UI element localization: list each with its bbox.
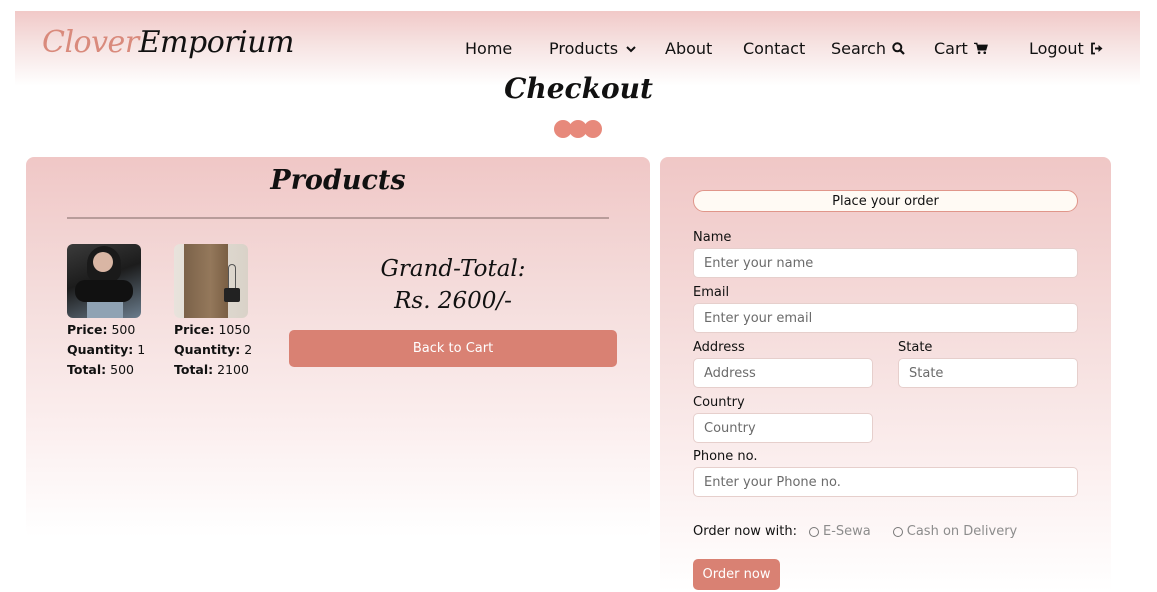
name-input[interactable]: [693, 248, 1078, 278]
nav-products[interactable]: Products: [549, 39, 638, 58]
radio-esewa[interactable]: E-Sewa: [809, 524, 871, 539]
form-heading: Place your order: [693, 190, 1078, 212]
product-item: Price: 1050 Quantity: 2 Total: 2100: [174, 244, 274, 380]
name-label: Name: [693, 230, 732, 245]
nav-search[interactable]: Search: [831, 39, 906, 58]
page-title: Checkout: [504, 72, 653, 105]
nav-contact[interactable]: Contact: [743, 39, 805, 58]
payment-options: Order now with: E-Sewa Cash on Delivery: [693, 524, 1017, 539]
order-with-label: Order now with:: [693, 524, 797, 539]
product-total: Total: 2100: [174, 362, 249, 377]
product-total: Total: 500: [67, 362, 134, 377]
chevron-down-icon: [624, 42, 638, 56]
address-input[interactable]: [693, 358, 873, 388]
product-price: Price: 500: [67, 322, 136, 337]
product-quantity: Quantity: 1: [67, 342, 146, 357]
radio-circle-icon: [892, 526, 903, 537]
nav-home-label: Home: [465, 39, 513, 58]
order-now-button[interactable]: Order now: [693, 559, 780, 590]
product-quantity: Quantity: 2: [174, 342, 253, 357]
radio-cash-on-delivery[interactable]: Cash on Delivery: [892, 524, 1018, 539]
brand-logo[interactable]: CloverEmporium: [42, 25, 294, 60]
state-input[interactable]: [898, 358, 1078, 388]
products-title: Products: [270, 165, 406, 196]
nav-cart-label: Cart: [934, 39, 968, 58]
divider: [67, 217, 609, 219]
address-label: Address: [693, 340, 745, 355]
radio-circle-icon: [809, 526, 819, 537]
products-panel: Products Price: 500 Quantity: 1 Total: 5…: [26, 157, 650, 537]
search-icon: [892, 42, 906, 56]
brand-part-2: Emporium: [138, 25, 295, 60]
nav-products-label: Products: [549, 39, 619, 58]
product-item: Price: 500 Quantity: 1 Total: 500: [67, 244, 167, 380]
radio-esewa-label: E-Sewa: [823, 524, 871, 539]
email-label: Email: [693, 285, 730, 300]
product-image: [67, 244, 141, 318]
title-decoration: [554, 120, 604, 138]
product-image: [174, 244, 248, 318]
nav-about-label: About: [665, 39, 713, 58]
cart-icon: [973, 42, 988, 56]
brand-part-1: Clover: [42, 25, 139, 60]
nav-contact-label: Contact: [743, 39, 806, 58]
grand-total: Grand-Total: Rs. 2600/-: [288, 253, 618, 317]
nav-home[interactable]: Home: [465, 39, 512, 58]
nav-about[interactable]: About: [665, 39, 712, 58]
country-label: Country: [693, 395, 745, 410]
phone-label: Phone no.: [693, 449, 758, 464]
order-form-panel: Place your order Name Email Address Stat…: [660, 157, 1111, 592]
product-price: Price: 1050: [174, 322, 251, 337]
grand-total-label: Grand-Total:: [380, 256, 526, 282]
phone-input[interactable]: [693, 467, 1078, 497]
state-label: State: [898, 340, 933, 355]
radio-cod-label: Cash on Delivery: [906, 524, 1018, 539]
decoration-dot: [584, 120, 602, 138]
email-input[interactable]: [693, 303, 1078, 333]
logout-icon: [1090, 42, 1104, 56]
country-input[interactable]: [693, 413, 873, 443]
nav-cart[interactable]: Cart: [934, 39, 988, 58]
nav-logout-label: Logout: [1029, 39, 1084, 58]
grand-total-value: Rs. 2600/-: [394, 288, 512, 314]
nav-logout[interactable]: Logout: [1029, 39, 1104, 58]
back-to-cart-button[interactable]: Back to Cart: [289, 330, 617, 367]
nav-search-label: Search: [831, 39, 886, 58]
